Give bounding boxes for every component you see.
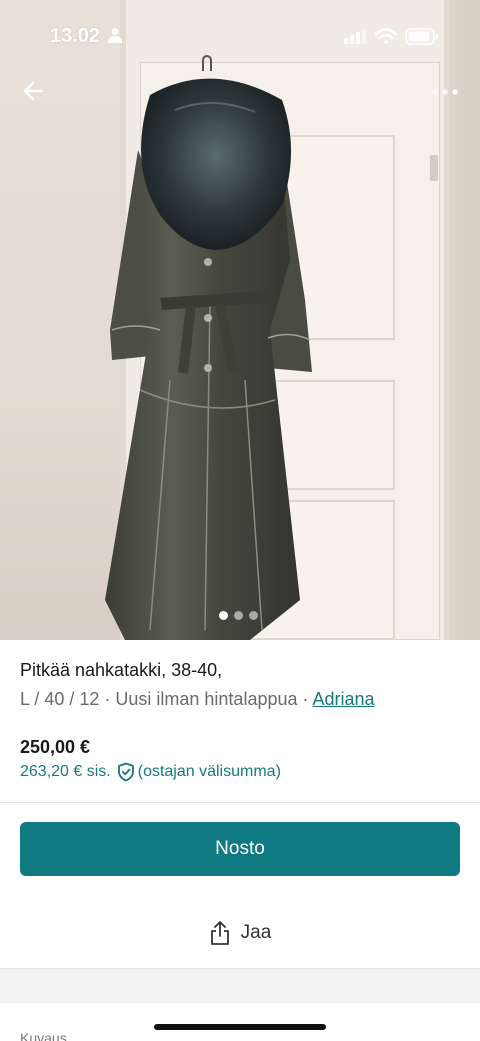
product-photo[interactable] — [0, 0, 480, 640]
price-with-protection[interactable]: 263,20 € sis. (ostajan välisumma) — [20, 762, 281, 782]
gallery-pagination — [219, 611, 258, 621]
gallery-dot[interactable] — [234, 611, 243, 620]
share-icon — [210, 921, 229, 945]
product-attributes: L / 40 / 12 · Uusi ilman hintalappua · — [20, 689, 313, 709]
gallery-dot[interactable] — [249, 611, 258, 620]
section-separator — [0, 968, 480, 1003]
person-icon — [108, 28, 122, 43]
product-title: Pitkää nahkatakki, 38-40, — [20, 660, 223, 680]
share-button[interactable]: Jaa — [0, 915, 480, 951]
status-icons — [344, 28, 438, 45]
description-heading-partial: Kuvaus — [20, 1030, 67, 1041]
price-incl-amount: 263,20 € sis. — [20, 763, 111, 780]
arrow-left-icon — [23, 81, 44, 101]
price-incl-note: (ostajan välisumma) — [137, 763, 281, 780]
product-details: L / 40 / 12 · Uusi ilman hintalappua · A… — [20, 689, 375, 710]
status-bar: 13.02 — [0, 0, 480, 70]
buy-button[interactable]: Nosto — [20, 822, 460, 876]
share-label: Jaa — [240, 922, 272, 943]
signal-icon — [344, 29, 366, 44]
battery-icon — [405, 28, 438, 45]
gallery-dot-active[interactable] — [219, 611, 228, 620]
product-price: 250,00 € — [20, 737, 91, 757]
shield-check-icon — [117, 762, 134, 782]
home-indicator[interactable] — [154, 1024, 326, 1030]
more-horizontal-icon — [432, 89, 458, 95]
wifi-icon — [374, 28, 398, 44]
coat-illustration — [105, 78, 312, 640]
back-button[interactable] — [18, 76, 52, 106]
more-options-button[interactable] — [428, 80, 462, 104]
product-info: Pitkää nahkatakki, 38-40, L / 40 / 12 · … — [0, 640, 480, 802]
status-time: 13.02 — [50, 25, 101, 47]
brand-link[interactable]: Adriana — [313, 689, 375, 709]
divider — [0, 802, 480, 803]
